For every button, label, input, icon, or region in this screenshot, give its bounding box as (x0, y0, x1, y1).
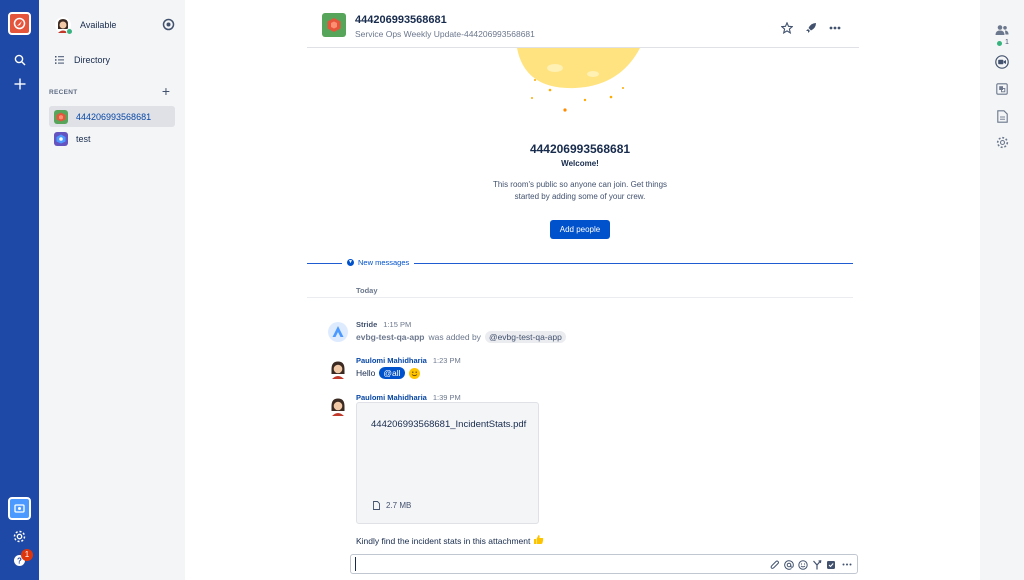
new-messages-label: New messages (358, 258, 410, 267)
settings-icon[interactable] (9, 526, 30, 547)
added-user[interactable]: evbg-test-qa-app (356, 332, 424, 342)
room-title: 444206993568681 (355, 14, 447, 26)
directory-label: Directory (74, 55, 111, 65)
message-composer (350, 554, 858, 574)
message-time: 1:39 PM (432, 393, 461, 402)
date-separator-line (307, 297, 853, 298)
avatar[interactable] (328, 396, 348, 416)
file-icon (373, 501, 380, 510)
stride-app-icon[interactable] (8, 497, 31, 520)
settings-circle-icon[interactable] (162, 18, 175, 31)
files-icon[interactable] (995, 109, 1009, 123)
gear-icon[interactable] (995, 135, 1009, 149)
welcome-room-title: 444206993568681 (529, 142, 631, 156)
online-status-dot (66, 28, 73, 35)
online-status-dot (997, 41, 1002, 46)
paperclip-icon[interactable] (769, 559, 780, 570)
app-window: ? 1 Available Directory RECENT + 4442069… (0, 0, 1024, 580)
sidebar: Available Directory RECENT + 44420699356… (39, 0, 185, 580)
file-name: 444206993568681_IncidentStats.pdf (371, 419, 527, 430)
more-icon[interactable] (828, 21, 842, 35)
stride-bot-avatar[interactable] (328, 322, 348, 342)
new-messages-marker: ▼ New messages (342, 258, 415, 267)
system-text: was added by (428, 332, 481, 342)
emoji-icon[interactable] (797, 559, 808, 570)
list-icon (55, 56, 64, 64)
message-time: 1:15 PM (383, 320, 412, 329)
recent-heading: RECENT (49, 89, 78, 96)
message-body: evbg-test-qa-app was added by @evbg-test… (356, 331, 566, 343)
room-name: test (76, 133, 91, 144)
search-icon[interactable] (9, 49, 30, 70)
task-icon[interactable] (825, 559, 836, 570)
message-author: Paulomi Mahidharia 1:23 PM (356, 356, 461, 365)
smile-emoji-icon (408, 367, 420, 379)
status-label: Available (80, 20, 117, 30)
room-topic[interactable]: Service Ops Weekly Update-44420699356868… (355, 29, 535, 39)
add-room-button[interactable]: + (160, 84, 172, 98)
sidebar-item-room-test[interactable]: test (49, 128, 175, 149)
decision-icon[interactable] (811, 559, 822, 570)
message-body: Hello @all (356, 367, 420, 379)
presence-status[interactable]: Available (55, 16, 175, 35)
add-people-button[interactable]: Add people (550, 220, 610, 239)
arrow-down-icon: ▼ (347, 259, 354, 266)
room-avatar-icon (54, 109, 68, 124)
star-icon[interactable] (780, 21, 794, 35)
directory-link[interactable]: Directory (55, 55, 110, 65)
rocket-icon[interactable] (804, 21, 818, 35)
video-icon[interactable] (995, 55, 1009, 69)
plus-icon[interactable] (9, 73, 30, 94)
mention-icon[interactable] (783, 559, 794, 570)
all-mention[interactable]: @all (379, 367, 405, 379)
message-author: Stride 1:15 PM (356, 320, 411, 329)
author-name[interactable]: Paulomi Mahidharia (356, 393, 427, 402)
room-avatar-icon (54, 131, 68, 146)
avatar[interactable] (328, 359, 348, 379)
room-avatar-icon (322, 13, 346, 37)
avatar (55, 17, 73, 35)
more-icon[interactable] (841, 559, 852, 570)
message-text: Hello (356, 368, 376, 378)
date-separator: Today (356, 286, 378, 295)
room-name: 444206993568681 (76, 111, 152, 122)
sidebar-item-room-444206993568681[interactable]: 444206993568681 (49, 106, 175, 127)
people-icon[interactable] (995, 23, 1009, 37)
file-meta: 2.7 MB (373, 501, 411, 510)
welcome-description: This room's public so anyone can join. G… (492, 180, 668, 201)
member-count: 1 (1005, 39, 1009, 46)
global-nav-rail: ? 1 (0, 0, 39, 580)
chat-main: 444206993568681 Service Ops Weekly Updat… (185, 0, 980, 580)
message-author: Paulomi Mahidharia 1:39 PM (356, 393, 461, 402)
notification-badge: 1 (21, 549, 33, 561)
integrations-icon[interactable] (995, 82, 1009, 96)
message-text: Kindly find the incident stats in this a… (356, 535, 531, 546)
welcome-subtitle: Welcome! (561, 159, 599, 168)
author-name[interactable]: Stride (356, 320, 377, 329)
app-logo-icon[interactable] (8, 12, 31, 35)
author-name[interactable]: Paulomi Mahidharia (356, 356, 427, 365)
moon-illustration (517, 48, 640, 112)
message-time: 1:23 PM (432, 356, 461, 365)
message-body: Kindly find the incident stats in this a… (356, 534, 544, 547)
message-input[interactable] (355, 557, 755, 571)
file-attachment-card[interactable]: 444206993568681_IncidentStats.pdf 2.7 MB (356, 402, 539, 524)
file-size: 2.7 MB (386, 501, 412, 510)
user-mention[interactable]: @evbg-test-qa-app (484, 331, 566, 343)
thumbs-emoji-icon (533, 534, 544, 547)
right-sidebar-rail: 1 (980, 0, 1024, 580)
